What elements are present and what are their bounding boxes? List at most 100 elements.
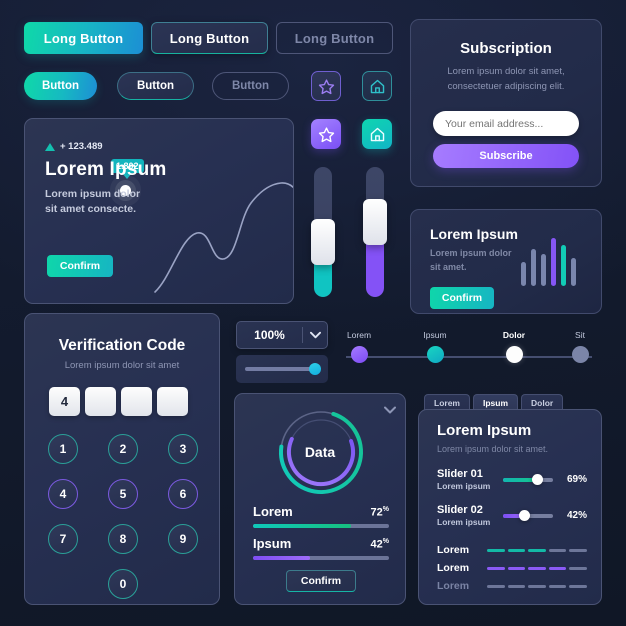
chevron-down-icon[interactable]	[303, 331, 327, 339]
home-icon-button-filled[interactable]	[362, 119, 392, 149]
slider-01-track[interactable]	[503, 474, 553, 485]
long-button-ghost[interactable]: Long Button	[276, 22, 393, 54]
verification-panel: Verification Code Lorem ipsum dolor sit …	[24, 313, 220, 605]
tab-ipsum[interactable]: Ipsum	[472, 394, 519, 410]
stepper-dot-4[interactable]	[571, 346, 589, 363]
stepper-dot-2[interactable]	[426, 346, 444, 363]
hero-card: 1.802 + 123.489 Lorem Ipsum Lorem ipsum …	[24, 118, 294, 304]
code-input-2[interactable]	[85, 387, 116, 416]
keypad-key-2[interactable]: 2	[108, 434, 138, 464]
progress-fill	[253, 556, 311, 560]
keypad-key-9[interactable]: 9	[168, 524, 198, 554]
keypad-key-1[interactable]: 1	[48, 434, 78, 464]
segment-row-2-bars[interactable]	[487, 566, 587, 570]
slider-02-name: Slider 02	[437, 504, 483, 516]
hero-sparkline-chart	[154, 182, 293, 293]
pill-button-outline[interactable]: Button	[117, 72, 194, 100]
slider-01-thumb[interactable]	[532, 474, 543, 485]
vertical-slider-purple[interactable]	[363, 167, 387, 297]
slider-01-sub: Lorem ipsum	[437, 481, 491, 491]
segment-row-1-bars[interactable]	[487, 548, 587, 552]
progress-stepper: Lorem Ipsum Dolor Sit	[338, 330, 600, 370]
progress-value: 72%	[370, 506, 389, 519]
zoom-slider[interactable]	[236, 355, 328, 383]
pill-button-filled[interactable]: Button	[24, 72, 97, 100]
slider-row-02: Slider 02 Lorem ipsum 42%	[437, 504, 587, 527]
mini-card-confirm-button[interactable]: Confirm	[430, 287, 494, 309]
mini-card-bar-chart	[521, 234, 576, 286]
code-input-3[interactable]	[121, 387, 152, 416]
donut-panel-collapse-button[interactable]	[384, 401, 396, 419]
stepper-dot-3[interactable]	[505, 346, 523, 363]
star-icon-button-outline[interactable]	[311, 71, 341, 101]
zoom-slider-thumb[interactable]	[309, 363, 321, 375]
bar	[541, 254, 546, 286]
segment	[487, 548, 505, 552]
star-icon	[318, 78, 334, 94]
keypad-key-0[interactable]: 0	[108, 569, 138, 599]
bar	[561, 245, 566, 286]
long-button-filled[interactable]: Long Button	[24, 22, 143, 54]
slider-02-track[interactable]	[503, 510, 553, 521]
hero-confirm-button[interactable]: Confirm	[47, 255, 113, 277]
vertical-slider-teal-thumb[interactable]	[311, 219, 335, 266]
donut-panel: Data Lorem 72% Ipsum 42% Confirm	[234, 393, 406, 605]
vertical-slider-purple-thumb[interactable]	[363, 198, 387, 245]
segment	[528, 548, 546, 552]
segment-row-3-label: Lorem	[437, 580, 470, 592]
segment	[507, 548, 526, 552]
bar	[531, 248, 536, 286]
zoom-select[interactable]: 100%	[236, 321, 328, 349]
keypad-key-6[interactable]: 6	[168, 479, 198, 509]
subscribe-button[interactable]: Subscribe	[433, 144, 579, 169]
code-input-4[interactable]	[157, 387, 188, 416]
segment	[569, 584, 587, 588]
tab-bar[interactable]: Lorem Ipsum Dolor	[424, 394, 564, 410]
keypad-key-7[interactable]: 7	[48, 524, 78, 554]
stepper-step-4[interactable]: Sit	[559, 330, 601, 363]
tab-dolor[interactable]: Dolor	[521, 394, 564, 410]
mini-card: Lorem Ipsum Lorem ipsum dolor sit amet. …	[410, 209, 602, 314]
segment	[569, 548, 587, 552]
progress-label: Lorem	[253, 504, 293, 519]
slider-02-sub: Lorem ipsum	[437, 517, 491, 527]
tabs-panel-title: Lorem Ipsum	[437, 422, 532, 439]
keypad-key-4[interactable]: 4	[48, 479, 78, 509]
zoom-slider-track[interactable]	[245, 363, 321, 375]
code-input-1[interactable]: 4	[49, 387, 80, 416]
vertical-slider-teal[interactable]	[311, 167, 335, 297]
segment	[487, 584, 505, 588]
stepper-step-1[interactable]: Lorem	[338, 330, 380, 363]
home-icon-button-outline[interactable]	[362, 71, 392, 101]
stepper-step-3[interactable]: Dolor	[493, 330, 535, 363]
segment	[548, 566, 567, 570]
mini-card-description: Lorem ipsum dolor sit amet.	[430, 248, 512, 272]
segment-row-1-label: Lorem	[437, 544, 470, 556]
segment	[528, 584, 546, 588]
verification-subtitle: Lorem ipsum dolor sit amet	[64, 360, 180, 371]
progress-track[interactable]	[253, 524, 389, 528]
stepper-dot-1[interactable]	[350, 346, 368, 363]
keypad-key-8[interactable]: 8	[108, 524, 138, 554]
progress-track[interactable]	[253, 556, 389, 560]
progress-label: Ipsum	[253, 536, 292, 551]
donut-panel-confirm-button[interactable]: Confirm	[286, 570, 356, 592]
segment	[548, 584, 567, 588]
tab-lorem[interactable]: Lorem	[424, 394, 470, 410]
verification-keypad[interactable]: 1 2 3 4 5 6 7 8 9	[48, 434, 198, 554]
keypad-key-5[interactable]: 5	[108, 479, 138, 509]
star-icon-button-filled[interactable]	[311, 119, 341, 149]
segment-row-3-bars[interactable]	[487, 584, 587, 588]
verification-code-inputs[interactable]: 4	[49, 387, 188, 416]
keypad-key-3[interactable]: 3	[168, 434, 198, 464]
home-icon	[370, 79, 384, 93]
progress-value: 42%	[370, 538, 389, 551]
tabs-panel-subtitle: Lorem ipsum dolor sit amet.	[437, 444, 549, 454]
stepper-step-2[interactable]: Ipsum	[414, 330, 456, 363]
email-input[interactable]	[433, 111, 579, 137]
pill-button-ghost[interactable]: Button	[212, 72, 289, 100]
segment	[507, 566, 526, 570]
long-button-outline[interactable]: Long Button	[151, 22, 268, 54]
donut-center-label: Data	[304, 444, 336, 460]
slider-02-thumb[interactable]	[518, 510, 530, 521]
